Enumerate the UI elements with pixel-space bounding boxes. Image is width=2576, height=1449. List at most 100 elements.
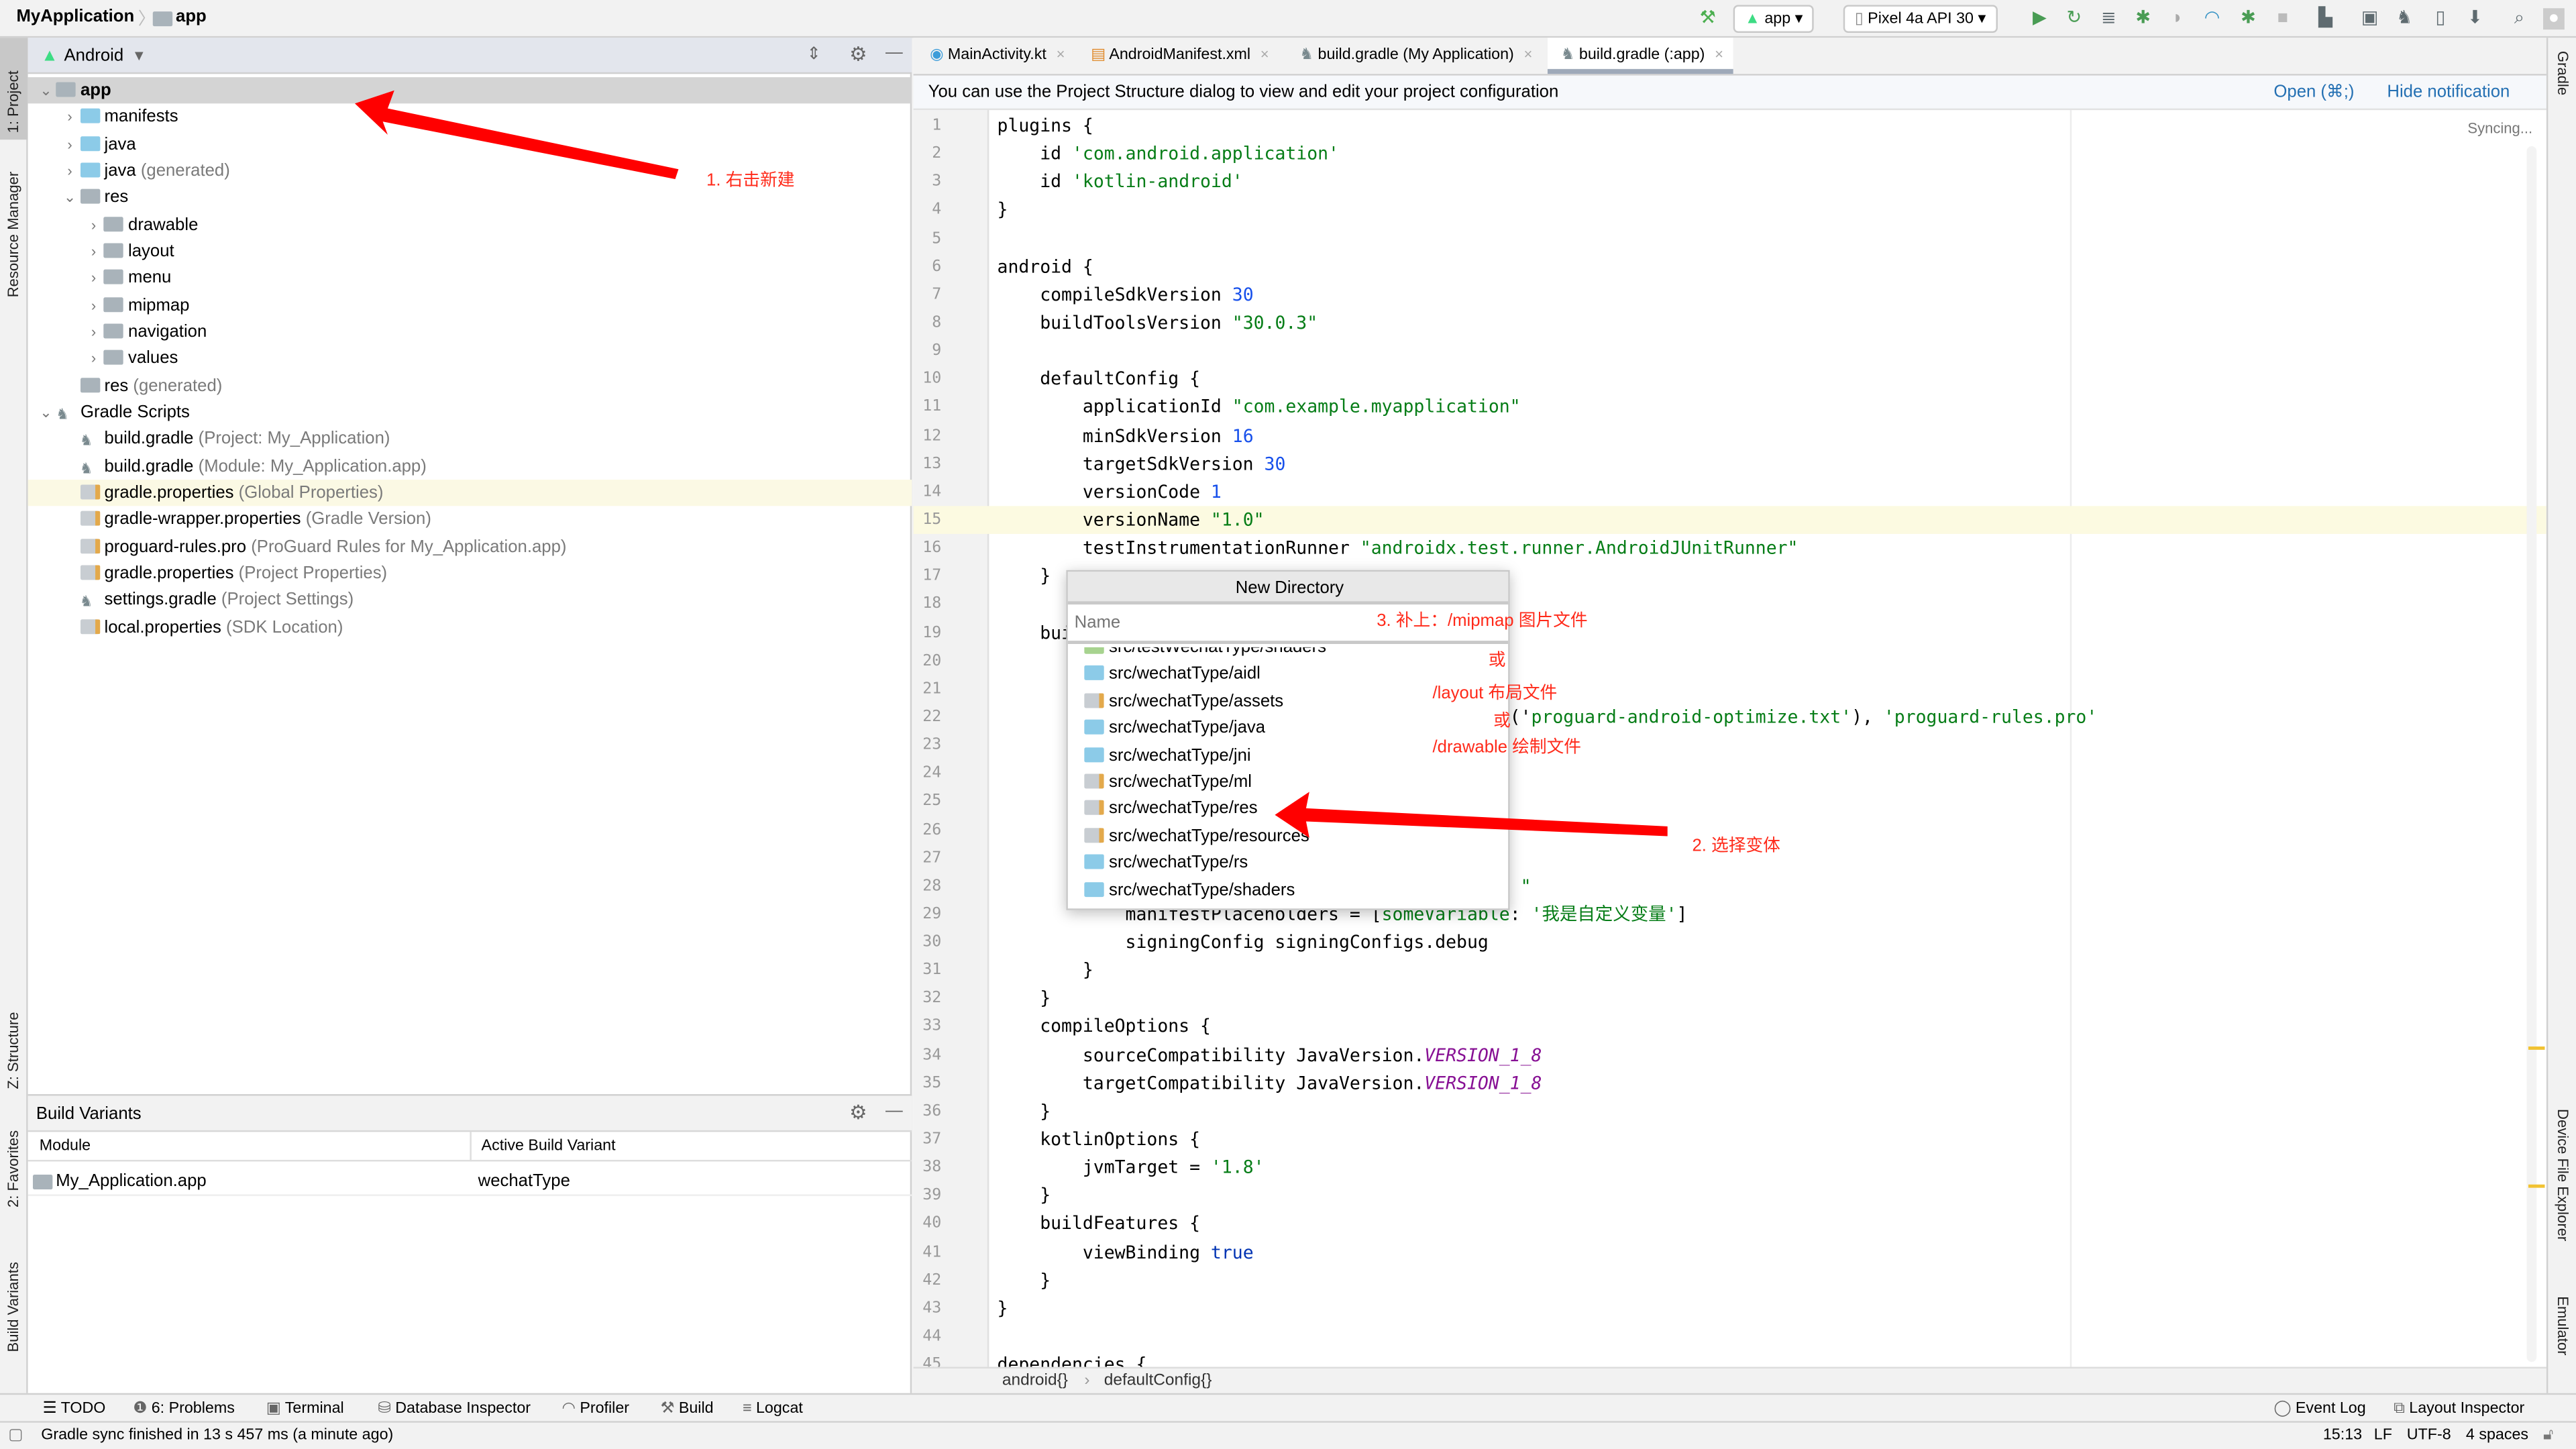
close-icon[interactable]: × xyxy=(1715,46,1723,62)
code-line[interactable]: 10 defaultConfig { xyxy=(914,365,2546,393)
tool-window-favorites[interactable]: 2: Favorites xyxy=(5,1130,21,1208)
tree-item[interactable]: local.properties (SDK Location) xyxy=(28,614,912,641)
debug-attach-icon[interactable]: ✱ xyxy=(2238,8,2259,30)
project-view-select[interactable]: Android xyxy=(64,46,124,66)
code-line[interactable]: 1 plugins { xyxy=(914,112,2546,140)
close-icon[interactable]: × xyxy=(1260,46,1269,62)
chevron-down-icon[interactable]: ⌄ xyxy=(60,184,79,211)
sync-gradle-icon[interactable]: ♞ xyxy=(2394,8,2415,30)
chevron-right-icon[interactable]: › xyxy=(60,131,79,158)
tree-item[interactable]: gradle.properties (Global Properties) xyxy=(28,479,912,506)
tree-item[interactable]: › mipmap xyxy=(28,292,912,319)
tree-item[interactable]: gradle-wrapper.properties (Gradle Versio… xyxy=(28,506,912,533)
tree-item[interactable]: › navigation xyxy=(28,319,912,345)
chevron-right-icon[interactable]: › xyxy=(60,104,79,131)
variant-cell[interactable]: wechatType xyxy=(478,1167,570,1196)
breadcrumb-module[interactable]: app xyxy=(176,7,207,26)
chevron-down-icon[interactable]: ▾ xyxy=(135,46,144,66)
tool-window-project[interactable]: 1: Project xyxy=(5,70,21,133)
tool-window-resource-manager[interactable]: Resource Manager xyxy=(5,172,21,297)
hide-notification-link[interactable]: Hide notification xyxy=(2387,76,2510,110)
code-line[interactable]: 5 xyxy=(914,224,2546,252)
code-line[interactable]: 42 } xyxy=(914,1267,2546,1295)
apply-changes-icon[interactable]: ↻ xyxy=(2063,8,2085,30)
terminal-tool[interactable]: ▣ Terminal xyxy=(266,1395,344,1423)
chevron-down-icon[interactable]: ⌄ xyxy=(36,77,56,104)
code-line[interactable]: 6 android { xyxy=(914,252,2546,280)
editor-scrollbar[interactable] xyxy=(2526,146,2537,1362)
code-line[interactable]: 9 xyxy=(914,337,2546,365)
tool-window-device-file-explorer[interactable]: Device File Explorer xyxy=(2555,1109,2571,1241)
gear-icon[interactable]: ⚙ xyxy=(849,1101,867,1124)
tree-item[interactable]: › drawable xyxy=(28,211,912,238)
code-line[interactable]: 4} xyxy=(914,196,2546,224)
tree-item[interactable]: ♞ build.gradle (Project: My_Application) xyxy=(28,426,912,453)
chevron-right-icon[interactable]: › xyxy=(84,345,103,372)
code-line[interactable]: 43} xyxy=(914,1294,2546,1322)
table-row[interactable]: My_Application.app wechatType xyxy=(28,1167,912,1196)
tool-window-gradle[interactable]: Gradle xyxy=(2555,51,2571,95)
code-line[interactable]: 11 applicationId "com.example.myapplicat… xyxy=(914,393,2546,421)
directory-suggestion[interactable]: src/testWechatType/shaders xyxy=(1068,647,1508,661)
directory-suggestion[interactable]: src/wechatType/resources xyxy=(1068,822,1508,849)
run-icon[interactable]: ▶ xyxy=(2029,8,2050,30)
code-line[interactable]: 40 buildFeatures { xyxy=(914,1210,2546,1238)
hammer-icon[interactable]: ⚒ xyxy=(1697,8,1719,30)
open-project-structure-link[interactable]: Open (⌘;) xyxy=(2273,76,2354,110)
column-active-variant[interactable]: Active Build Variant xyxy=(482,1132,616,1161)
caret-position[interactable]: 15:13 xyxy=(2323,1423,2362,1449)
tree-item[interactable]: › menu xyxy=(28,265,912,292)
tree-item[interactable]: res (generated) xyxy=(28,372,912,399)
code-line[interactable]: 15 versionName "1.0" xyxy=(913,506,2546,535)
code-line[interactable]: 30 signingConfig signingConfigs.debug xyxy=(914,928,2546,957)
code-line[interactable]: 38 jvmTarget = '1.8' xyxy=(914,1154,2546,1182)
breadcrumb-android[interactable]: android{} xyxy=(1002,1368,1068,1393)
directory-suggestion[interactable]: src/wechatType/shaders xyxy=(1068,877,1508,904)
code-line[interactable]: 36 } xyxy=(914,1097,2546,1126)
directory-name-input[interactable] xyxy=(1067,604,1364,641)
run-config-select[interactable]: ▲ app ▾ xyxy=(1733,5,1815,33)
tree-item[interactable]: ⌄ ♞ Gradle Scripts xyxy=(28,399,912,426)
tree-item[interactable]: ♞ build.gradle (Module: My_Application.ap… xyxy=(28,453,912,480)
code-line[interactable]: 32 } xyxy=(914,985,2546,1013)
file-encoding[interactable]: UTF-8 xyxy=(2407,1423,2451,1449)
line-separator[interactable]: LF xyxy=(2374,1423,2392,1449)
code-line[interactable]: 31 } xyxy=(914,957,2546,985)
indent-setting[interactable]: 4 spaces xyxy=(2466,1423,2528,1449)
tab-android-manifest[interactable]: ▤ AndroidManifest.xml × xyxy=(1078,38,1279,74)
status-message[interactable]: Gradle sync finished in 13 s 457 ms (a m… xyxy=(41,1423,393,1449)
code-line[interactable]: 7 compileSdkVersion 30 xyxy=(914,280,2546,309)
code-line[interactable]: 33 compileOptions { xyxy=(914,1013,2546,1041)
tree-item[interactable]: ♞ settings.gradle (Project Settings) xyxy=(28,587,912,614)
minimize-icon[interactable]: — xyxy=(885,43,903,62)
sdk-download-icon[interactable]: ⬇ xyxy=(2464,8,2485,30)
code-line[interactable]: 8 buildToolsVersion "30.0.3" xyxy=(914,309,2546,337)
event-log-tool[interactable]: ◯ Event Log xyxy=(2273,1395,2365,1423)
code-line[interactable]: 16 testInstrumentationRunner "androidx.t… xyxy=(914,534,2546,562)
profiler-tool[interactable]: ◠ Profiler xyxy=(562,1395,629,1423)
code-line[interactable]: 39 } xyxy=(914,1182,2546,1210)
chevron-right-icon[interactable]: › xyxy=(84,319,103,345)
tool-windows-toggle-icon[interactable]: ▢ xyxy=(8,1423,23,1449)
project-structure-icon[interactable]: ▙ xyxy=(2315,8,2337,30)
database-inspector-tool[interactable]: ⛁ Database Inspector xyxy=(378,1395,531,1423)
device-select[interactable]: ▯ Pixel 4a API 30 ▾ xyxy=(1843,5,1998,33)
chevron-down-icon[interactable]: ⌄ xyxy=(36,399,56,426)
tree-item[interactable]: ⌄ app xyxy=(28,77,912,105)
tool-window-structure[interactable]: Z: Structure xyxy=(5,1012,21,1089)
tool-window-build-variants[interactable]: Build Variants xyxy=(5,1262,21,1352)
tool-window-emulator[interactable]: Emulator xyxy=(2555,1296,2571,1355)
code-line[interactable]: 35 targetCompatibility JavaVersion.VERSI… xyxy=(914,1069,2546,1097)
chevron-right-icon[interactable]: › xyxy=(84,238,103,265)
error-stripe-marker[interactable] xyxy=(2528,1184,2545,1188)
breadcrumb-project[interactable]: MyApplication xyxy=(16,7,134,26)
code-line[interactable]: 34 sourceCompatibility JavaVersion.VERSI… xyxy=(914,1041,2546,1069)
code-line[interactable]: 37 kotlinOptions { xyxy=(914,1126,2546,1154)
profile-icon[interactable]: ◠ xyxy=(2202,8,2223,30)
code-line[interactable]: 41 viewBinding true xyxy=(914,1238,2546,1267)
stop-icon[interactable]: ■ xyxy=(2272,8,2294,30)
directory-suggestion[interactable]: src/wechatType/rs xyxy=(1068,850,1508,877)
chevron-right-icon[interactable]: › xyxy=(84,211,103,238)
collapse-all-icon[interactable]: ⇕ xyxy=(806,44,821,64)
code-line[interactable]: 13 targetSdkVersion 30 xyxy=(914,449,2546,478)
